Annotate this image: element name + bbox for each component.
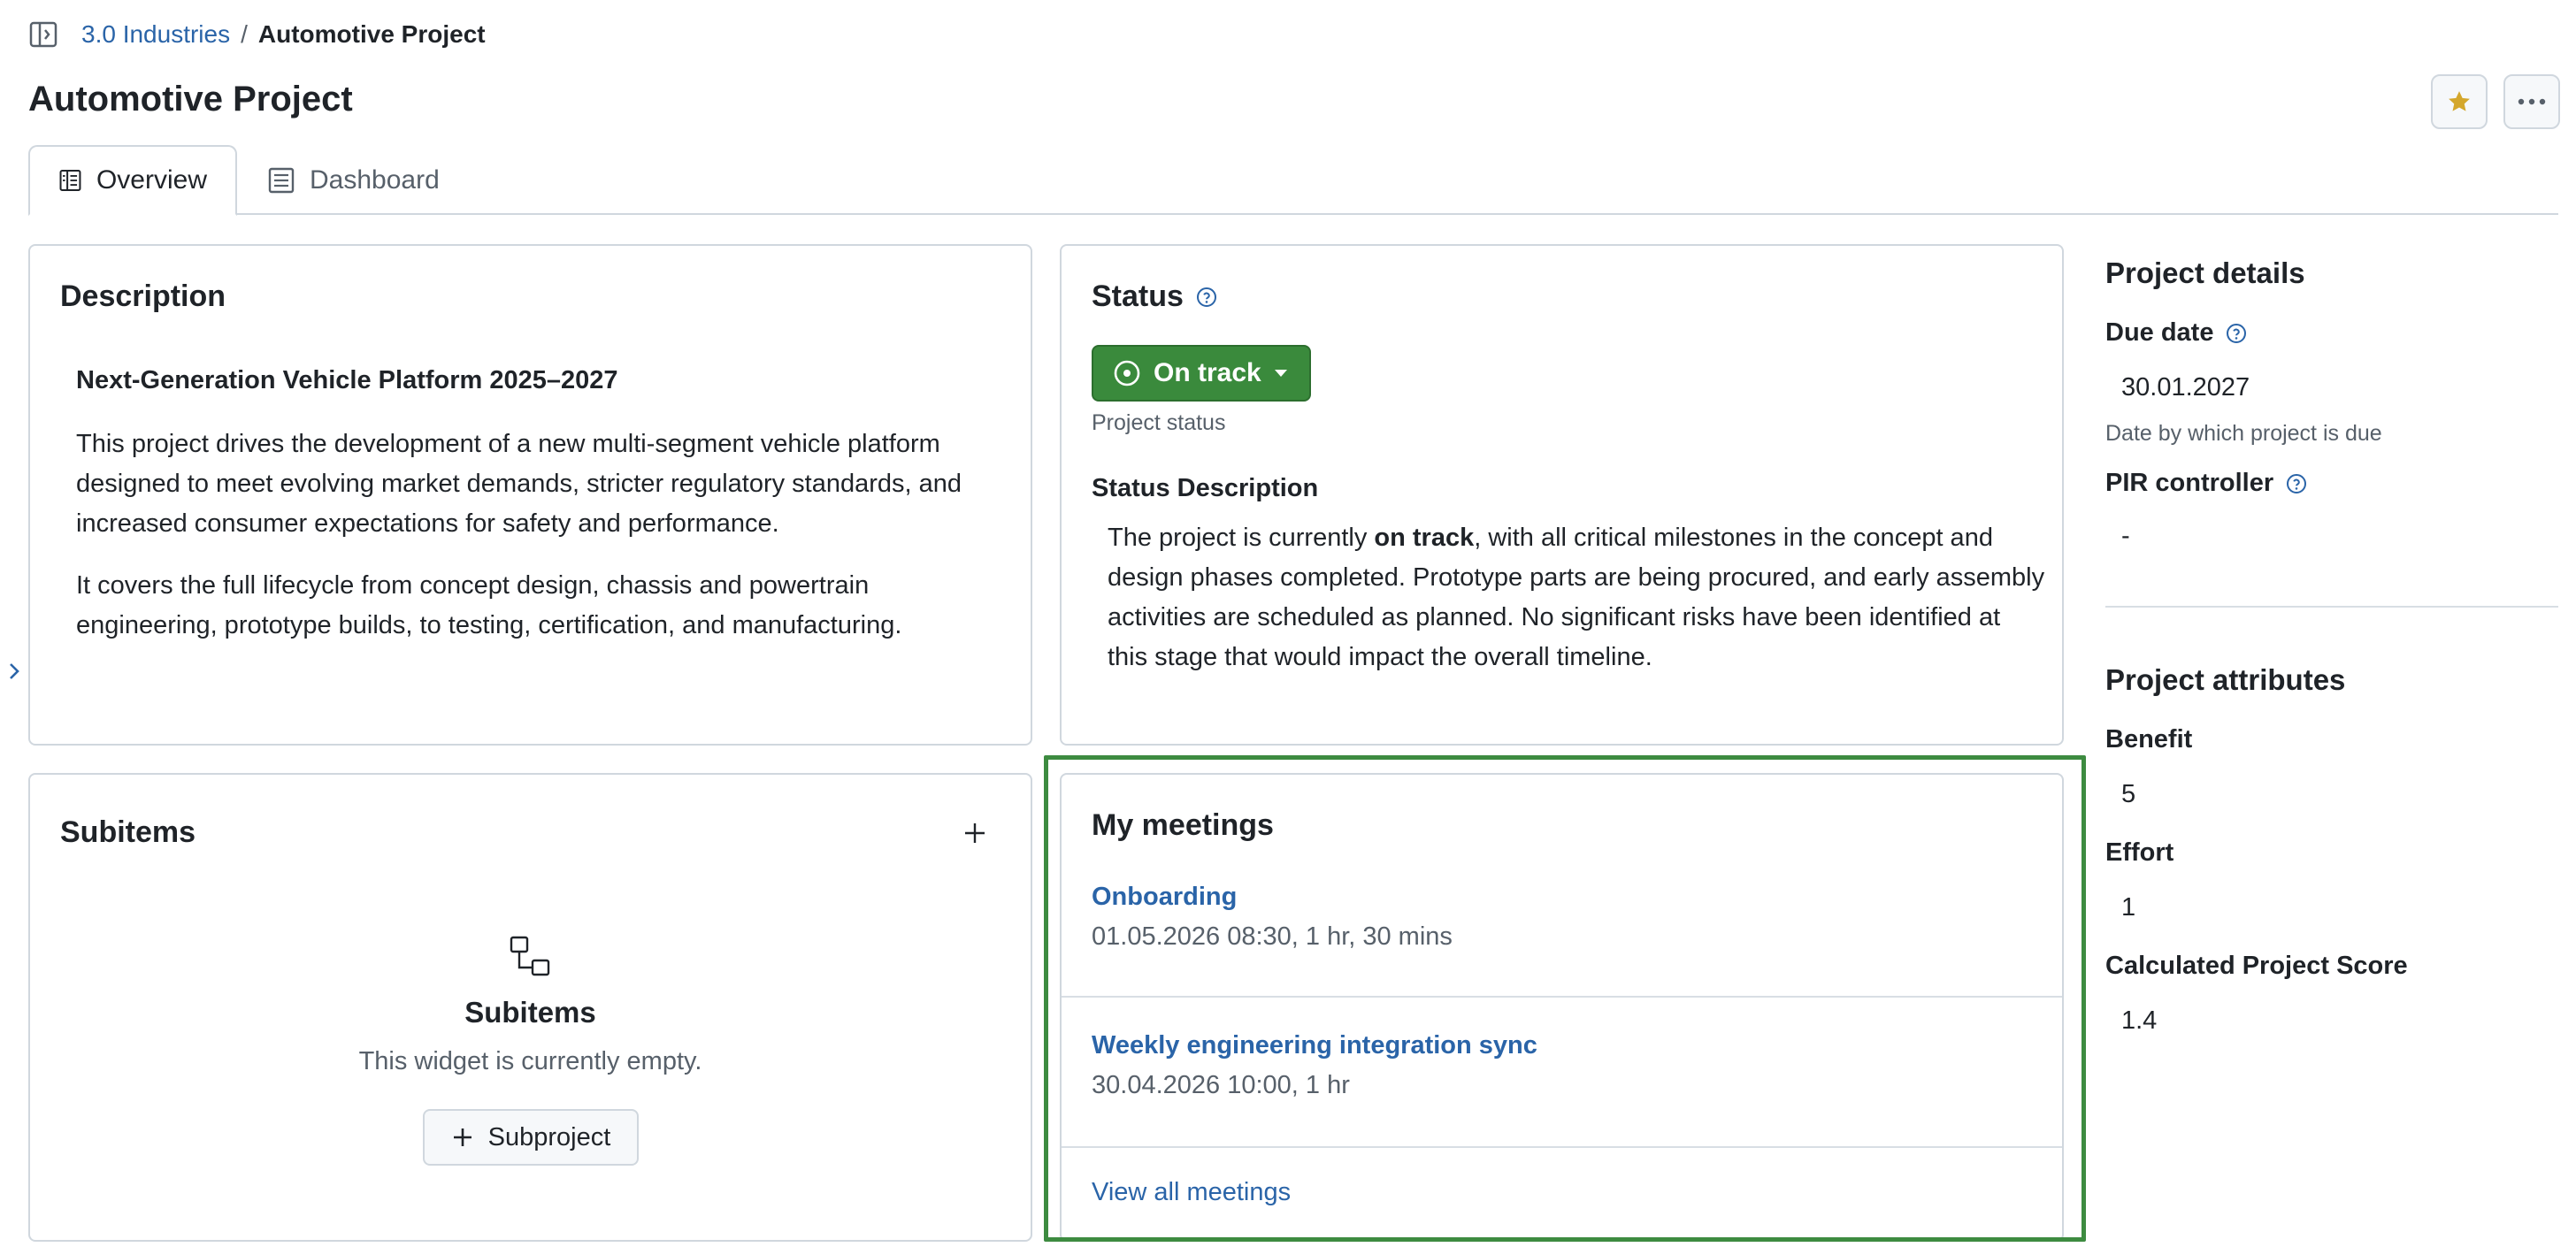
due-date-caption: Date by which project is due xyxy=(2105,421,2382,446)
overview-icon xyxy=(59,170,81,191)
plus-icon xyxy=(965,823,985,843)
meeting-item: Weekly engineering integration sync 30.0… xyxy=(1062,998,2062,1148)
status-title-label: Status xyxy=(1092,279,1184,313)
attribute-label-benefit: Benefit xyxy=(2105,725,2193,754)
pir-controller-label: PIR controller xyxy=(2105,469,2558,498)
pir-controller-value[interactable]: - xyxy=(2121,522,2574,551)
view-all-meetings-link[interactable]: View all meetings xyxy=(1092,1178,1291,1207)
meeting-time: 01.05.2026 08:30, 1 hr, 30 mins xyxy=(1092,922,1453,951)
star-icon xyxy=(2449,91,2470,111)
caret-down-icon xyxy=(1274,370,1287,377)
plus-icon xyxy=(453,1128,472,1146)
dashboard-icon xyxy=(268,167,295,194)
attribute-value-benefit[interactable]: 5 xyxy=(2121,780,2574,809)
description-paragraph: This project drives the development of a… xyxy=(76,430,962,538)
status-title: Status xyxy=(1092,279,1217,314)
status-card: Status On track Project status Status De… xyxy=(1060,244,2064,746)
due-date-label: Due date xyxy=(2105,318,2558,348)
meetings-card: My meetings Onboarding 01.05.2026 08:30,… xyxy=(1060,773,2064,1242)
empty-state-text: This widget is currently empty. xyxy=(358,1047,702,1075)
breadcrumb: 3.0 Industries / Automotive Project xyxy=(81,19,486,50)
tab-dashboard[interactable]: Dashboard xyxy=(239,145,468,216)
breadcrumb-current: Automotive Project xyxy=(257,20,486,48)
help-icon[interactable] xyxy=(2286,473,2307,494)
expand-sidebar-chevron-icon[interactable] xyxy=(5,658,23,685)
description-title: Description xyxy=(60,279,226,313)
tab-dashboard-label: Dashboard xyxy=(310,165,440,195)
description-paragraph: It covers the full lifecycle from concep… xyxy=(76,571,902,639)
status-circle-icon xyxy=(1114,360,1140,386)
tab-overview-label: Overview xyxy=(96,165,207,195)
project-details-title: Project details xyxy=(2105,256,2305,289)
attribute-value-score: 1.4 xyxy=(2121,1006,2158,1035)
status-description-text: The project is currently on track, with … xyxy=(1108,524,2045,671)
help-icon[interactable] xyxy=(1196,287,1217,308)
project-attributes-title: Project attributes xyxy=(2105,663,2346,696)
description-heading: Next-Generation Vehicle Platform 2025–20… xyxy=(76,366,618,394)
status-value: On track xyxy=(1154,358,1261,387)
sidebar-toggle-icon[interactable] xyxy=(28,19,58,50)
due-date-value[interactable]: 30.01.2027 xyxy=(2121,373,2574,402)
subitems-title: Subitems xyxy=(60,815,196,849)
subitems-card: Subitems Subitems This widget is current… xyxy=(28,773,1032,1242)
tab-overview[interactable]: Overview xyxy=(28,145,237,216)
page-title: Automotive Project xyxy=(28,80,353,119)
help-icon[interactable] xyxy=(2226,323,2247,344)
ellipsis-icon xyxy=(2518,98,2546,105)
attribute-value-effort[interactable]: 1 xyxy=(2121,893,2574,922)
status-dropdown-button[interactable]: On track xyxy=(1092,345,1311,402)
add-subproject-button[interactable]: Subproject xyxy=(423,1109,639,1166)
empty-state-title: Subitems xyxy=(464,996,596,1029)
more-options-button[interactable] xyxy=(2503,74,2560,129)
meetings-title: My meetings xyxy=(1092,808,1274,842)
description-card: Description Next-Generation Vehicle Plat… xyxy=(28,244,1032,746)
meeting-item: Onboarding 01.05.2026 08:30, 1 hr, 30 mi… xyxy=(1062,863,2062,998)
meeting-link[interactable]: Weekly engineering integration sync xyxy=(1092,1031,2062,1060)
add-subproject-label: Subproject xyxy=(487,1122,611,1151)
hierarchy-icon xyxy=(506,932,556,982)
breadcrumb-separator: / xyxy=(241,20,248,48)
attribute-label-score: Calculated Project Score xyxy=(2105,952,2408,980)
right-panel-divider xyxy=(2105,606,2558,608)
status-description-label: Status Description xyxy=(1092,474,1319,502)
meeting-link[interactable]: Onboarding xyxy=(1092,883,2062,912)
attribute-label-effort: Effort xyxy=(2105,838,2174,867)
status-caption: Project status xyxy=(1092,410,1226,435)
breadcrumb-parent-link[interactable]: 3.0 Industries xyxy=(81,20,230,49)
favorite-button[interactable] xyxy=(2431,74,2488,129)
meeting-time: 30.04.2026 10:00, 1 hr xyxy=(1092,1071,1350,1099)
add-subitem-button[interactable] xyxy=(955,814,994,853)
